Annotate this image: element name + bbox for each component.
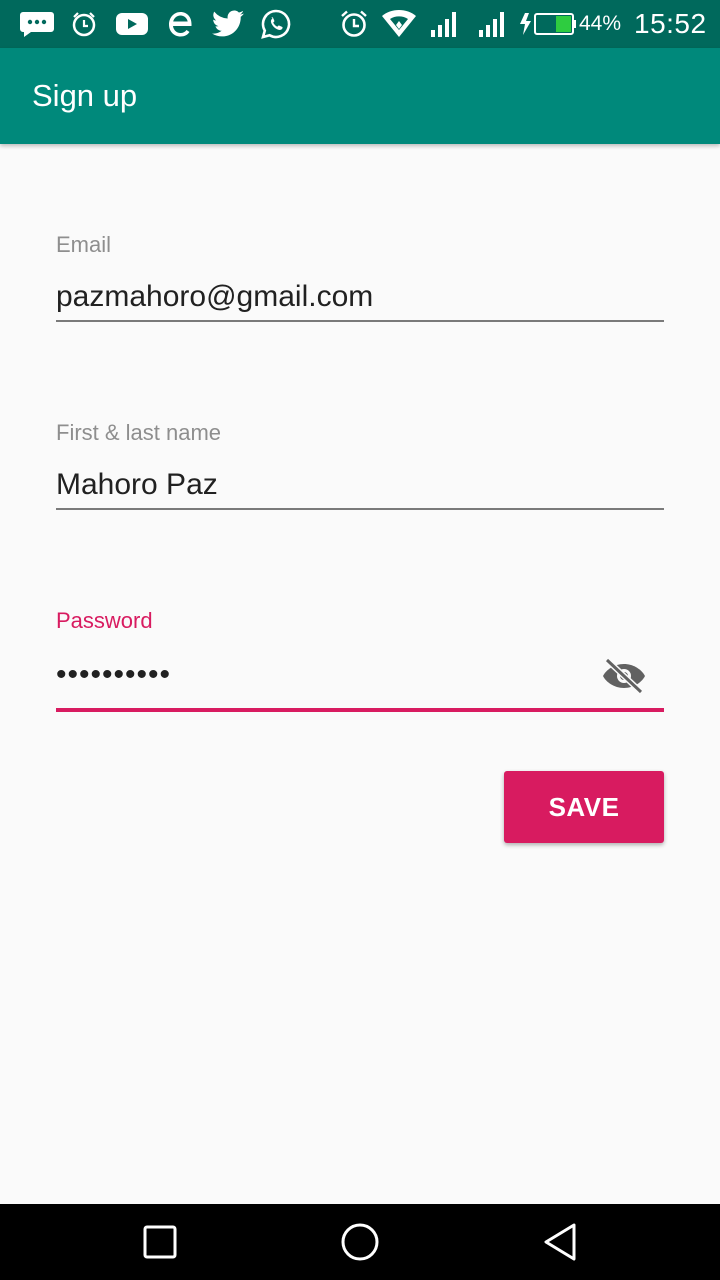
name-field[interactable]: First & last name Mahoro Paz xyxy=(56,420,664,512)
password-field[interactable]: Password •••••••••• xyxy=(56,608,664,714)
browser-icon xyxy=(164,8,196,40)
name-input[interactable]: Mahoro Paz xyxy=(56,468,218,502)
clock: 15:52 xyxy=(634,8,707,39)
navigation-bar xyxy=(0,1204,720,1280)
battery-charging-icon xyxy=(518,8,578,40)
recents-icon[interactable] xyxy=(136,1218,184,1266)
password-label: Password xyxy=(56,608,153,633)
signal-icon xyxy=(476,8,508,40)
alarm-icon xyxy=(70,8,98,40)
messages-icon xyxy=(18,8,56,40)
email-underline xyxy=(56,320,664,322)
visibility-off-icon[interactable] xyxy=(600,658,648,694)
battery-percent: 44% xyxy=(579,12,622,35)
email-input[interactable]: pazmahoro@gmail.com xyxy=(56,280,373,314)
home-icon[interactable] xyxy=(336,1218,384,1266)
back-icon[interactable] xyxy=(536,1218,584,1266)
password-input[interactable]: •••••••••• xyxy=(56,658,171,692)
alarm-clock-icon xyxy=(338,8,370,40)
youtube-icon xyxy=(114,8,150,40)
save-button[interactable]: SAVE xyxy=(504,771,664,843)
page-title: Sign up xyxy=(32,78,138,113)
password-underline xyxy=(56,708,664,712)
email-field[interactable]: Email pazmahoro@gmail.com xyxy=(56,232,664,324)
signal-icon xyxy=(428,8,460,40)
email-label: Email xyxy=(56,232,112,257)
twitter-icon xyxy=(210,8,246,40)
status-bar: 44% 15:52 xyxy=(0,0,720,48)
name-underline xyxy=(56,508,664,510)
app-bar: Sign up xyxy=(0,48,720,144)
wifi-icon xyxy=(380,8,418,40)
name-label: First & last name xyxy=(56,420,222,445)
whatsapp-icon xyxy=(258,8,294,40)
